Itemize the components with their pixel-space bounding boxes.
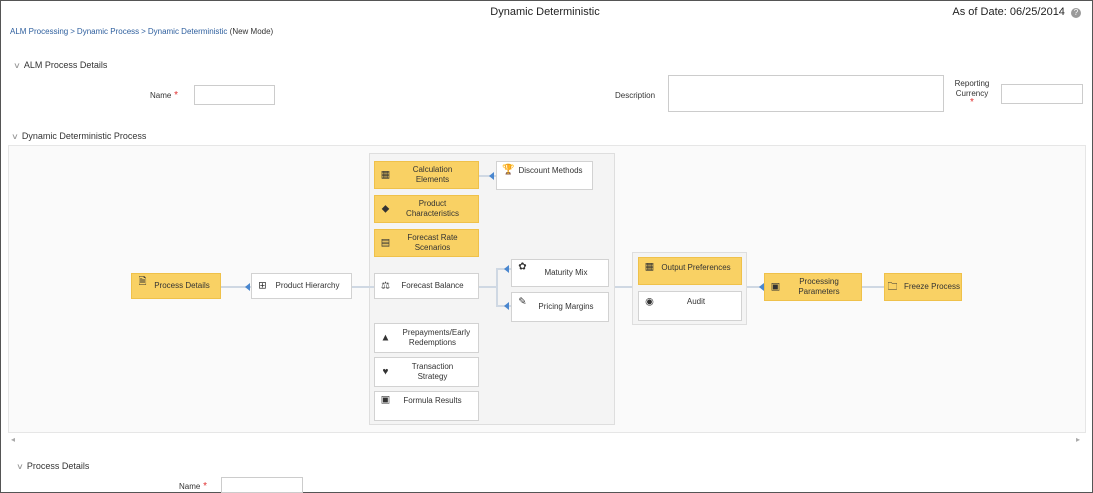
breadcrumb-separator: > (70, 27, 75, 36)
node-product-hierarchy[interactable]: ⊞ Product Hierarchy (251, 273, 352, 299)
breadcrumb-alm-processing[interactable]: ALM Processing (10, 27, 68, 36)
node-label: Product Characteristics (406, 199, 459, 218)
node-calculation-elements[interactable]: ▦ Calculation Elements (374, 161, 479, 189)
as-of-label: As of Date: (952, 6, 1007, 18)
node-label: Forecast Balance (401, 281, 464, 290)
balance-scale-icon: ⚖ (381, 280, 390, 292)
pricing-icon: ✎ (518, 296, 527, 308)
connector-line (862, 286, 884, 288)
arrow-left-icon (245, 283, 250, 291)
hierarchy-icon: ⊞ (258, 280, 267, 292)
node-forecast-balance[interactable]: ⚖ Forecast Balance (374, 273, 479, 299)
breadcrumb-separator: > (141, 27, 146, 36)
audit-icon: ◉ (645, 296, 654, 308)
node-formula-results[interactable]: ▣ Formula Results (374, 391, 479, 421)
folder-icon: 🗀 (887, 281, 898, 293)
connector-line (496, 268, 498, 306)
breadcrumb-dynamic-process[interactable]: Dynamic Process (77, 27, 139, 36)
process-name-label-text: Name (179, 482, 201, 491)
required-asterisk-icon: * (200, 481, 208, 492)
scroll-right-icon[interactable]: ▸ (1076, 435, 1080, 444)
node-output-preferences[interactable]: ▦ Output Preferences (638, 257, 742, 285)
node-label: Maturity Mix (544, 268, 588, 277)
section-alm-process-details[interactable]: ∨ ALM Process Details (13, 60, 108, 70)
document-edit-icon: 🗎 (138, 276, 147, 288)
node-audit[interactable]: ◉ Audit (638, 291, 742, 321)
name-label: Name * (150, 90, 178, 101)
currency-label-line-1: Reporting (954, 79, 990, 88)
breadcrumb: ALM Processing > Dynamic Process > Dynamic D… (10, 27, 273, 36)
trophy-icon: 🏆 (502, 164, 515, 176)
maturity-icon: ✿ (518, 261, 527, 273)
chevron-down-icon: ∨ (16, 462, 24, 471)
node-label: Formula Results (403, 396, 462, 405)
connector-line (479, 286, 497, 288)
arrow-left-icon (504, 265, 509, 273)
node-label: Product Hierarchy (275, 281, 340, 290)
node-maturity-mix[interactable]: ✿ Maturity Mix (511, 259, 609, 287)
node-prepayments[interactable]: ▲ Prepayments/Early Redemptions (374, 323, 479, 353)
required-asterisk-icon: * (171, 90, 179, 101)
reporting-currency-label: Reporting Currency * (952, 79, 992, 108)
node-transaction-strategy[interactable]: ♥ Transaction Strategy (374, 357, 479, 387)
node-label: Pricing Margins (538, 302, 594, 311)
arrow-left-icon (504, 302, 509, 310)
breadcrumb-dynamic-deterministic[interactable]: Dynamic Deterministic (148, 27, 228, 36)
node-label: Audit (686, 297, 706, 306)
node-label: Output Preferences (661, 263, 731, 272)
reporting-currency-input[interactable] (1001, 84, 1083, 104)
name-label-text: Name (150, 91, 172, 100)
process-name-input[interactable] (221, 477, 303, 493)
connector-line (352, 286, 374, 288)
node-process-details[interactable]: 🗎 Process Details (131, 273, 221, 299)
chart-icon: ▤ (380, 237, 391, 249)
node-discount-methods[interactable]: 🏆 Discount Methods (496, 161, 593, 190)
node-freeze-process[interactable]: 🗀 Freeze Process (884, 273, 962, 301)
calculator-icon: ▦ (380, 169, 391, 181)
node-label: Forecast Rate Scenarios (407, 233, 458, 252)
section-process-details[interactable]: ∨ Process Details (16, 461, 90, 471)
page-title: Dynamic Deterministic (490, 6, 600, 18)
process-name-label: Name * (179, 481, 207, 492)
node-label: Calculation Elements (412, 165, 453, 184)
output-icon: ▦ (644, 261, 655, 273)
node-label: Prepayments/Early Redemptions (402, 328, 471, 347)
scroll-left-icon[interactable]: ◂ (11, 435, 15, 444)
section-title: Dynamic Deterministic Process (21, 131, 147, 141)
section-title: ALM Process Details (23, 60, 108, 70)
node-label: Processing Parameters (798, 277, 840, 296)
section-title: Process Details (26, 461, 90, 471)
prepayment-icon: ▲ (380, 332, 391, 344)
name-input[interactable] (194, 85, 275, 105)
node-product-characteristics[interactable]: ◆ Product Characteristics (374, 195, 479, 223)
description-label: Description (615, 91, 656, 100)
connector-line (615, 286, 632, 288)
parameters-icon: ▣ (770, 281, 781, 293)
arrow-left-icon (489, 172, 494, 180)
section-dynamic-deterministic-process[interactable]: ∨ Dynamic Deterministic Process (11, 131, 147, 141)
node-label: Process Details (154, 281, 210, 290)
chevron-down-icon: ∨ (13, 61, 21, 70)
description-input[interactable] (668, 75, 944, 112)
node-pricing-margins[interactable]: ✎ Pricing Margins (511, 292, 609, 322)
node-label: Freeze Process (903, 282, 961, 291)
strategy-icon: ♥ (382, 366, 389, 378)
node-label: Transaction Strategy (411, 362, 454, 381)
node-processing-parameters[interactable]: ▣ Processing Parameters (764, 273, 862, 301)
as-of-date: As of Date: 06/25/2014 ? (952, 6, 1081, 18)
required-asterisk-icon: * (970, 97, 974, 108)
breadcrumb-mode: (New Mode) (229, 27, 274, 36)
node-label: Discount Methods (518, 166, 583, 175)
node-forecast-rate-scenarios[interactable]: ▤ Forecast Rate Scenarios (374, 229, 479, 257)
chevron-down-icon: ∨ (11, 132, 19, 141)
question-circle-icon[interactable]: ? (1071, 8, 1081, 18)
product-icon: ◆ (381, 203, 390, 215)
formula-icon: ▣ (380, 394, 391, 406)
as-of-value: 06/25/2014 (1009, 6, 1065, 18)
